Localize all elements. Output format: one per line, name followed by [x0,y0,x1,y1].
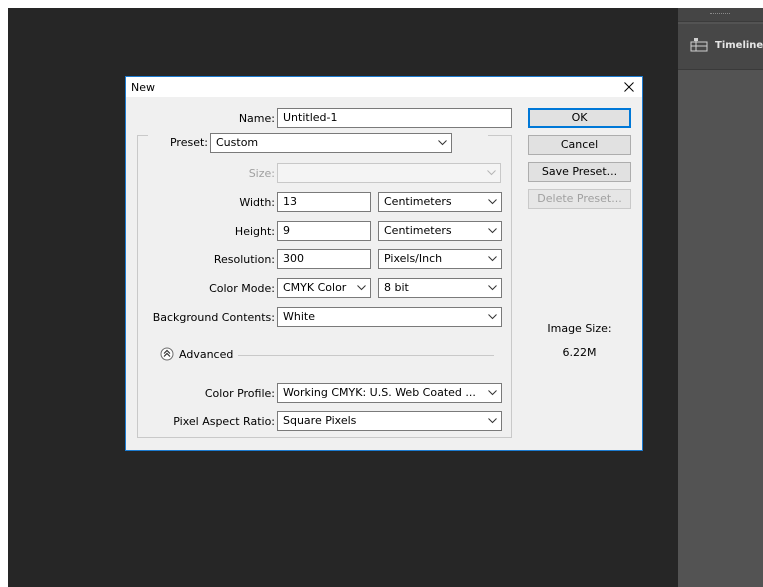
grip-dots-icon [710,13,730,15]
height-input[interactable]: 9 [277,221,371,241]
close-button[interactable] [616,77,642,97]
chevron-down-icon [488,418,497,424]
ok-button[interactable]: OK [528,108,631,128]
image-size-label: Image Size: [547,322,612,335]
pixel-aspect-ratio-select[interactable]: Square Pixels [277,411,502,431]
height-unit-value: Centimeters [384,224,452,237]
color-mode-select[interactable]: CMYK Color [277,278,371,298]
size-label: Size: [248,167,275,180]
color-profile-value: Working CMYK: U.S. Web Coated ... [283,386,476,399]
chevron-down-icon [488,199,497,205]
chevron-down-icon [488,228,497,234]
preset-select[interactable]: Custom [210,133,452,153]
timeline-panel-tab[interactable]: Timeline [678,24,763,70]
preset-label: Preset: [169,136,208,149]
width-unit-select[interactable]: Centimeters [378,192,502,212]
chevron-down-icon [487,170,496,176]
dock-grip[interactable] [678,8,763,22]
bit-depth-select[interactable]: 8 bit [378,278,502,298]
resolution-unit-value: Pixels/Inch [384,252,443,265]
chevron-down-icon [488,314,497,320]
resolution-label: Resolution: [213,253,275,266]
background-contents-value: White [283,310,315,323]
advanced-toggle[interactable] [160,347,174,361]
color-profile-select[interactable]: Working CMYK: U.S. Web Coated ... [277,383,502,403]
new-document-dialog: New Name: Untitled-1 Preset: Custom Size… [125,76,643,451]
timeline-icon [690,38,708,52]
chevron-down-icon [357,285,366,291]
dialog-titlebar[interactable]: New [126,77,642,97]
width-label: Width: [239,196,275,209]
pixel-aspect-ratio-value: Square Pixels [283,414,357,427]
resolution-unit-select[interactable]: Pixels/Inch [378,249,502,269]
background-contents-select[interactable]: White [277,307,502,327]
name-label: Name: [238,112,275,125]
color-mode-value: CMYK Color [283,281,347,294]
size-select [277,163,501,183]
close-icon [624,82,634,92]
save-preset-button[interactable]: Save Preset... [528,162,631,182]
image-size-value: 6.22M [562,346,597,359]
dialog-title: New [131,81,155,94]
panel-dock: Timeline [678,8,763,587]
resolution-input[interactable]: 300 [277,249,371,269]
preset-value: Custom [216,136,259,149]
advanced-divider [238,355,494,356]
delete-preset-button: Delete Preset... [528,189,631,209]
chevron-down-icon [488,285,497,291]
bit-depth-value: 8 bit [384,281,409,294]
timeline-tab-label: Timeline [715,40,763,51]
width-unit-value: Centimeters [384,195,452,208]
chevron-down-icon [488,390,497,396]
height-label: Height: [234,225,275,238]
chevron-down-icon [488,256,497,262]
height-unit-select[interactable]: Centimeters [378,221,502,241]
cancel-button[interactable]: Cancel [528,135,631,155]
color-profile-label: Color Profile: [204,387,275,400]
advanced-label: Advanced [179,348,234,361]
chevron-down-icon [438,140,447,146]
background-contents-label: Background Contents: [152,311,275,324]
name-input[interactable]: Untitled-1 [277,108,512,128]
width-input[interactable]: 13 [277,192,371,212]
pixel-aspect-ratio-label: Pixel Aspect Ratio: [173,415,275,428]
color-mode-label: Color Mode: [209,282,275,295]
collapse-icon [160,347,174,361]
